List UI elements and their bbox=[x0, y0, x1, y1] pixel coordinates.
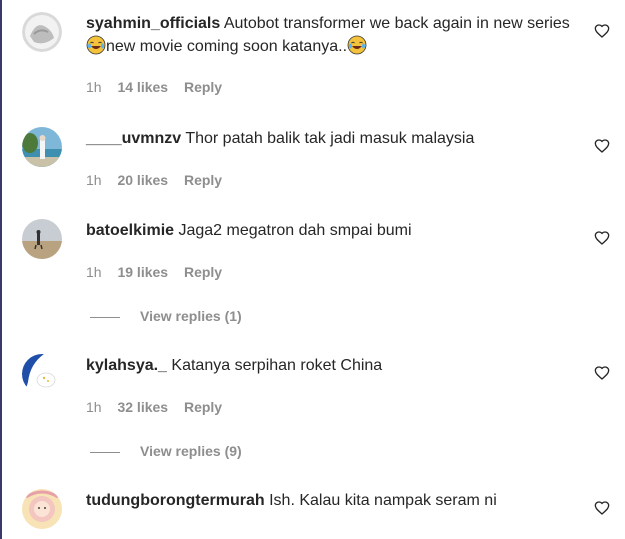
comment-text: Thor patah balik tak jadi masuk malaysia bbox=[185, 130, 475, 147]
comment-text: Ish. Kalau kita nampak seram ni bbox=[269, 492, 497, 509]
likes-count[interactable]: 20 likes bbox=[117, 172, 168, 188]
reply-button[interactable]: Reply bbox=[184, 79, 222, 95]
comment-meta: 1h 19 likes Reply bbox=[86, 264, 234, 280]
comment-body: syahmin_officials Autobot transformer we… bbox=[86, 13, 576, 58]
tears-of-joy-emoji bbox=[347, 35, 367, 55]
comment-text: Autobot transformer we back again in new… bbox=[223, 15, 570, 32]
divider-line bbox=[90, 451, 120, 453]
comment-username[interactable]: batoelkimie bbox=[86, 222, 174, 239]
view-replies-button[interactable]: View replies (1) bbox=[90, 308, 242, 324]
likes-count[interactable]: 19 likes bbox=[117, 264, 168, 280]
comment-username[interactable]: tudungborongtermurah bbox=[86, 492, 265, 509]
heart-outline-icon[interactable] bbox=[594, 23, 610, 39]
comment-text: new movie coming soon katanya.. bbox=[106, 38, 348, 55]
likes-count[interactable]: 32 likes bbox=[117, 399, 168, 415]
comment-username[interactable]: syahmin_officials bbox=[86, 15, 220, 32]
comment-username[interactable]: ____uvmnzv bbox=[86, 130, 181, 147]
comment-text: Jaga2 megatron dah smpai bumi bbox=[178, 222, 412, 239]
reply-button[interactable]: Reply bbox=[184, 264, 222, 280]
tears-of-joy-emoji bbox=[86, 35, 106, 55]
left-border bbox=[0, 0, 2, 539]
comment-body: batoelkimie Jaga2 megatron dah smpai bum… bbox=[86, 220, 576, 242]
comment-text: Katanya serpihan roket China bbox=[171, 357, 383, 374]
comment-body: kylahsya._ Katanya serpihan roket China bbox=[86, 355, 576, 377]
avatar[interactable] bbox=[22, 354, 62, 394]
comment-meta: 1h 20 likes Reply bbox=[86, 172, 234, 188]
view-replies-label: View replies (1) bbox=[140, 308, 242, 324]
view-replies-button[interactable]: View replies (9) bbox=[90, 443, 242, 459]
divider-line bbox=[90, 316, 120, 318]
comment-time: 1h bbox=[86, 399, 102, 415]
avatar[interactable] bbox=[22, 127, 62, 167]
comment-time: 1h bbox=[86, 264, 102, 280]
reply-button[interactable]: Reply bbox=[184, 399, 222, 415]
likes-count[interactable]: 14 likes bbox=[117, 79, 168, 95]
comment-username[interactable]: kylahsya._ bbox=[86, 357, 167, 374]
comment-body: tudungborongtermurah Ish. Kalau kita nam… bbox=[86, 490, 576, 512]
avatar[interactable] bbox=[22, 489, 62, 529]
avatar[interactable] bbox=[22, 12, 62, 52]
comment-meta: 1h 14 likes Reply bbox=[86, 79, 234, 95]
view-replies-label: View replies (9) bbox=[140, 443, 242, 459]
heart-outline-icon[interactable] bbox=[594, 138, 610, 154]
heart-outline-icon[interactable] bbox=[594, 230, 610, 246]
comment-time: 1h bbox=[86, 172, 102, 188]
avatar[interactable] bbox=[22, 219, 62, 259]
heart-outline-icon[interactable] bbox=[594, 365, 610, 381]
reply-button[interactable]: Reply bbox=[184, 172, 222, 188]
comment-time: 1h bbox=[86, 79, 102, 95]
heart-outline-icon[interactable] bbox=[594, 500, 610, 516]
comment-body: ____uvmnzv Thor patah balik tak jadi mas… bbox=[86, 128, 576, 150]
comment-meta: 1h 32 likes Reply bbox=[86, 399, 234, 415]
